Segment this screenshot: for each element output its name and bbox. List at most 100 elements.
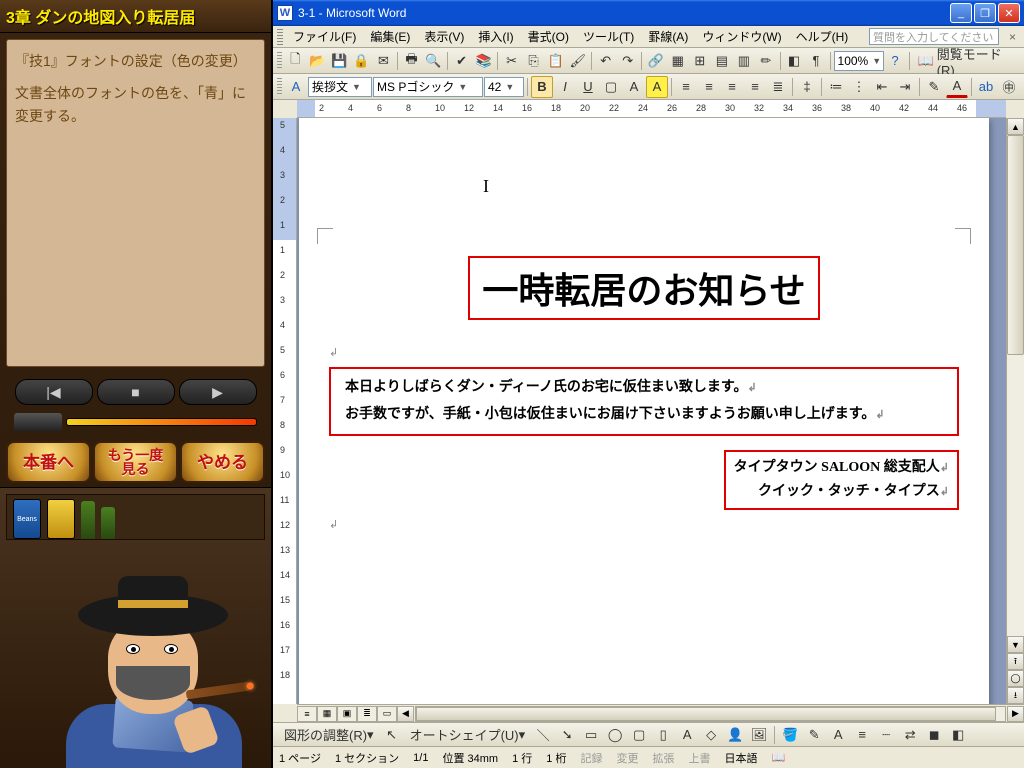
close-button[interactable]: ✕ (998, 3, 1020, 23)
document-page[interactable]: I 一時転居のお知らせ ↲ 本日よりしばらくダン・ディーノ氏のお宅に仮住まい致し… (299, 118, 989, 704)
paste-icon[interactable]: 📋 (545, 50, 566, 72)
select-objects-icon[interactable]: ↖ (381, 724, 403, 746)
doc-close-button[interactable]: × (1005, 30, 1020, 44)
preview-icon[interactable]: 🔍 (423, 50, 444, 72)
progress-slider[interactable] (66, 418, 257, 426)
save-icon[interactable]: 💾 (329, 50, 350, 72)
reading-view-button[interactable]: ▭ (377, 706, 397, 722)
menu-tools[interactable]: ツール(T) (576, 26, 641, 47)
horizontal-scrollbar[interactable]: ≡ ▦ ▣ ≣ ▭ ◀ ▶ (297, 704, 1024, 722)
bold-button[interactable]: B (531, 76, 553, 98)
play-button[interactable]: ▶ (179, 379, 257, 405)
horizontal-ruler[interactable]: 2468101214161820222426283032343638404244… (297, 100, 1006, 118)
format-painter-icon[interactable]: 🖌 (567, 50, 588, 72)
status-ext[interactable]: 拡張 (652, 750, 674, 766)
print-view-button[interactable]: ▣ (337, 706, 357, 722)
redo-icon[interactable]: ↷ (617, 50, 638, 72)
enclose-icon[interactable]: ㊥ (998, 76, 1020, 98)
numbering-icon[interactable]: ≔ (825, 76, 847, 98)
maximize-button[interactable]: ❐ (974, 3, 996, 23)
char-scale-icon[interactable]: ab (975, 76, 997, 98)
highlight-icon[interactable]: ✎ (923, 76, 945, 98)
scroll-down-button[interactable]: ▼ (1007, 636, 1024, 653)
stop-button[interactable]: ■ (97, 379, 175, 405)
status-trk[interactable]: 変更 (616, 750, 638, 766)
line-icon[interactable]: ＼ (532, 724, 554, 746)
tables-borders-icon[interactable]: ▦ (667, 50, 688, 72)
help-icon[interactable]: ? (885, 50, 906, 72)
font-color-icon[interactable]: A (946, 76, 968, 98)
status-spellcheck-icon[interactable]: 📖 (771, 751, 785, 764)
hscroll-track[interactable] (415, 706, 1006, 722)
italic-button[interactable]: I (554, 76, 576, 98)
font-color-icon[interactable]: A (827, 724, 849, 746)
drawing-icon[interactable]: ✏ (755, 50, 776, 72)
menu-file[interactable]: ファイル(F) (286, 26, 363, 47)
char-shading-icon[interactable]: A (646, 76, 668, 98)
copy-icon[interactable]: ⎘ (523, 50, 544, 72)
menu-format[interactable]: 書式(O) (521, 26, 576, 47)
fill-color-icon[interactable]: 🪣 (779, 724, 801, 746)
toolbar-grip[interactable] (277, 78, 282, 96)
underline-button[interactable]: U (577, 76, 599, 98)
doc-heading[interactable]: 一時転居のお知らせ (468, 256, 819, 320)
outline-view-button[interactable]: ≣ (357, 706, 377, 722)
style-combo[interactable]: 挨拶文▼ (308, 77, 372, 97)
doc-body-paragraph[interactable]: 本日よりしばらくダン・ディーノ氏のお宅に仮住まい致します。↲ お手数ですが、手紙… (329, 367, 959, 436)
oval-icon[interactable]: ◯ (604, 724, 626, 746)
clipart-icon[interactable]: 👤 (724, 724, 746, 746)
autoshapes-menu[interactable]: オートシェイプ(U) ▾ (405, 724, 531, 746)
insert-table-icon[interactable]: ⊞ (689, 50, 710, 72)
arrow-icon[interactable]: ➘ (556, 724, 578, 746)
outdent-icon[interactable]: ⇤ (871, 76, 893, 98)
rectangle-icon[interactable]: ▭ (580, 724, 602, 746)
bullets-icon[interactable]: ⋮ (848, 76, 870, 98)
scroll-track[interactable] (1007, 135, 1024, 636)
mail-icon[interactable]: ✉ (373, 50, 394, 72)
status-language[interactable]: 日本語 (724, 750, 757, 766)
status-ovr[interactable]: 上書 (688, 750, 710, 766)
page-scroll-area[interactable]: I 一時転居のお知らせ ↲ 本日よりしばらくダン・ディーノ氏のお宅に仮住まい致し… (297, 118, 1006, 704)
align-right-icon[interactable]: ≡ (721, 76, 743, 98)
font-combo[interactable]: MS Pゴシック▼ (373, 77, 483, 97)
menu-insert[interactable]: 挿入(I) (471, 26, 520, 47)
menu-help[interactable]: ヘルプ(H) (789, 26, 856, 47)
show-marks-icon[interactable]: ¶ (806, 50, 827, 72)
rewind-button[interactable]: |◀ (15, 379, 93, 405)
cut-icon[interactable]: ✂ (501, 50, 522, 72)
doc-signature[interactable]: タイプタウン SALOON 総支配人↲ クイック・タッチ・タイプス↲ (724, 450, 959, 510)
char-border-icon[interactable]: A (623, 76, 645, 98)
help-search-box[interactable]: 質問を入力してください (869, 28, 999, 45)
line-style-icon[interactable]: ≡ (851, 724, 873, 746)
browse-object-button[interactable]: ◯ (1007, 670, 1024, 687)
arrow-style-icon[interactable]: ⇄ (899, 724, 921, 746)
docmap-icon[interactable]: ◧ (783, 50, 804, 72)
new-doc-icon[interactable]: 🗋 (285, 50, 306, 72)
align-center-icon[interactable]: ≡ (698, 76, 720, 98)
align-justify-icon[interactable]: ≡ (744, 76, 766, 98)
undo-icon[interactable]: ↶ (595, 50, 616, 72)
textbox-icon[interactable]: ▢ (628, 724, 650, 746)
vtextbox-icon[interactable]: ▯ (652, 724, 674, 746)
scroll-right-button[interactable]: ▶ (1007, 706, 1024, 722)
3d-icon[interactable]: ◧ (947, 724, 969, 746)
align-left-icon[interactable]: ≡ (675, 76, 697, 98)
picture-icon[interactable]: 🖼 (748, 724, 770, 746)
line-spacing-icon[interactable]: ‡ (796, 76, 818, 98)
quit-button[interactable]: やめる (180, 441, 265, 483)
reading-mode-button[interactable]: 📖閲覧モード(R) (913, 50, 1020, 72)
zoom-combo[interactable]: 100%▼ (834, 51, 884, 71)
menu-edit[interactable]: 編集(E) (363, 26, 417, 47)
hyperlink-icon[interactable]: 🔗 (645, 50, 666, 72)
toolbar-grip[interactable] (277, 52, 282, 70)
research-icon[interactable]: 📚 (473, 50, 494, 72)
excel-icon[interactable]: ▤ (711, 50, 732, 72)
size-combo[interactable]: 42▼ (484, 77, 524, 97)
line-color-icon[interactable]: ✎ (803, 724, 825, 746)
distribute-icon[interactable]: ≣ (767, 76, 789, 98)
open-icon[interactable]: 📂 (307, 50, 328, 72)
draw-menu[interactable]: 図形の調整(R) ▾ (279, 724, 379, 746)
minimize-button[interactable]: _ (950, 3, 972, 23)
replay-button[interactable]: もう一度 見る (93, 441, 178, 483)
dash-style-icon[interactable]: ┈ (875, 724, 897, 746)
